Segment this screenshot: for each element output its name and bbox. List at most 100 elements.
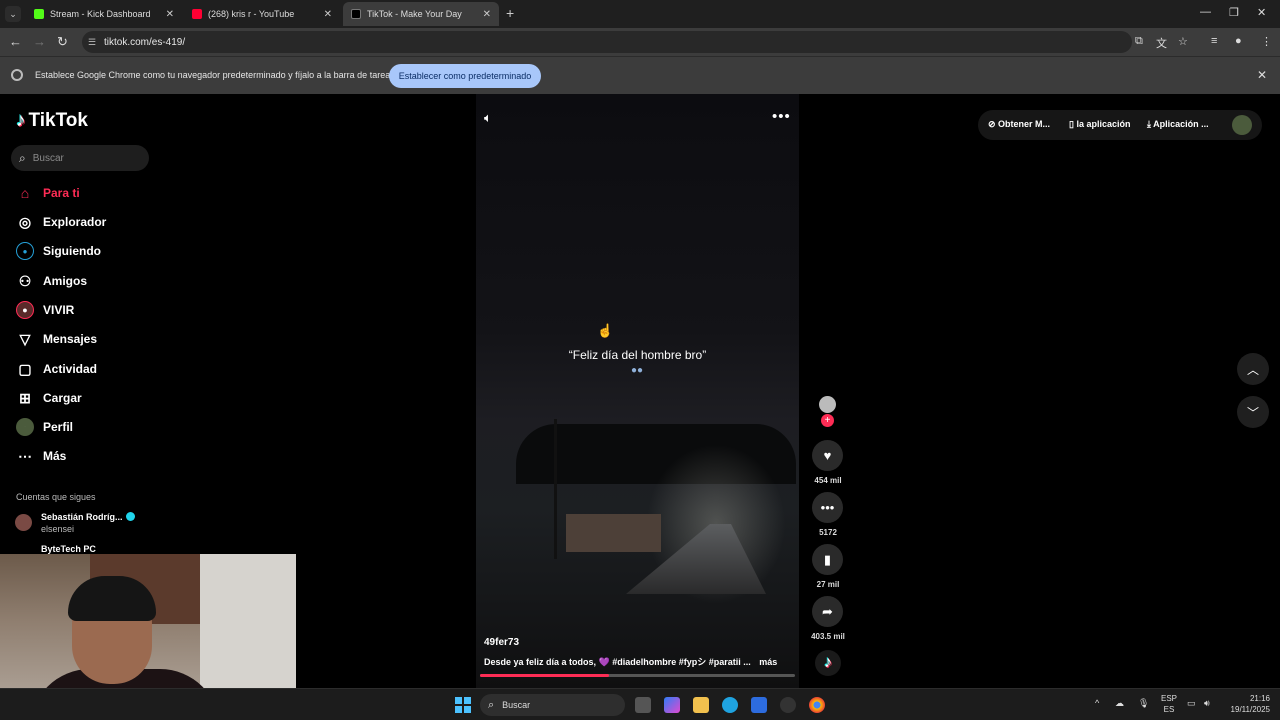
chrome-icon xyxy=(11,69,23,81)
search-icon: ⌕ xyxy=(19,150,26,165)
nav-item-mensajes[interactable]: ▽ Mensajes xyxy=(16,329,156,349)
friends-icon: ⚇ xyxy=(18,272,32,289)
clock[interactable]: 21:16 19/11/2025 xyxy=(1226,693,1270,715)
video-player[interactable] xyxy=(476,94,799,688)
follow-plus-icon[interactable]: + xyxy=(821,414,834,427)
browser-tab-kick[interactable]: Stream - Kick Dashboard ✕ xyxy=(26,2,182,26)
onedrive-icon[interactable]: ☁ xyxy=(1115,698,1124,709)
windows-start-icon[interactable] xyxy=(455,697,471,713)
tab-search-icon[interactable]: ⌄ xyxy=(5,6,21,22)
nav-item-mas[interactable]: ⋯ Más xyxy=(16,446,156,466)
language-indicator[interactable]: ESP ES xyxy=(1158,693,1180,715)
nav-item-actividad[interactable]: ▢ Actividad xyxy=(16,359,156,379)
video-scene xyxy=(566,514,661,552)
browser-tab-youtube[interactable]: (268) kris r - YouTube ✕ xyxy=(184,2,340,26)
previous-video-button[interactable]: ︿ xyxy=(1237,353,1269,385)
close-tab-icon[interactable]: ✕ xyxy=(166,9,174,20)
get-coins-button[interactable]: ⊘ Obtener M... xyxy=(988,119,1050,130)
time: 21:16 xyxy=(1249,694,1270,703)
back-icon[interactable]: ← xyxy=(9,34,22,49)
forward-icon[interactable]: → xyxy=(33,34,46,49)
reload-icon[interactable]: ↻ xyxy=(57,34,68,50)
nav-label: Para ti xyxy=(43,186,80,200)
tiktok-sound-icon[interactable]: ♪ xyxy=(815,650,841,676)
video-author[interactable]: 49fer73 xyxy=(484,637,519,648)
media-control-icon[interactable]: ≡ xyxy=(1211,35,1217,47)
install-app-icon[interactable]: ⧉ xyxy=(1135,35,1143,48)
comment-icon: ••• xyxy=(820,500,835,515)
site-info-icon[interactable]: ☰ xyxy=(88,37,96,48)
task-view-icon[interactable] xyxy=(635,697,651,713)
share-button[interactable]: ➦ xyxy=(812,596,843,627)
nav-item-cargar[interactable]: ⊞ Cargar xyxy=(16,388,156,408)
date: 19/11/2025 xyxy=(1230,705,1270,714)
minimize-icon[interactable]: — xyxy=(1200,6,1211,18)
nav-item-amigos[interactable]: ⚇ Amigos xyxy=(16,271,156,291)
nav-label: Más xyxy=(43,449,67,463)
following-heading: Cuentas que sigues xyxy=(16,492,96,502)
set-default-button[interactable]: Establecer como predeterminado xyxy=(389,64,541,88)
video-description: Desde ya feliz día a todos, 💜 #diadelhom… xyxy=(484,657,778,667)
nav-item-vivir[interactable]: ● VIVIR xyxy=(16,300,156,320)
creator-avatar[interactable] xyxy=(819,396,836,413)
followed-account-name[interactable]: ByteTech PC xyxy=(41,544,96,554)
bookmark-star-icon[interactable]: ☆ xyxy=(1178,35,1188,48)
more-link[interactable]: más xyxy=(759,657,777,667)
network-icon[interactable]: ▭ xyxy=(1187,698,1196,709)
language-region: ES xyxy=(1163,705,1175,714)
nav-label: Amigos xyxy=(43,274,88,288)
chrome-menu-icon[interactable]: ⋮ xyxy=(1261,35,1272,48)
following-icon: ● xyxy=(16,242,34,260)
tray-overflow-icon[interactable]: ^ xyxy=(1095,698,1099,708)
like-button[interactable]: ♥ xyxy=(812,440,843,471)
tab-title: (268) kris r - YouTube xyxy=(208,9,295,19)
windows-taskbar: ⌕ Buscar ^ ☁ 🎙︎ ESP ES ▭ 🔊︎ 21:16 19/11/… xyxy=(0,688,1280,720)
nav-item-siguiendo[interactable]: ● Siguiendo xyxy=(16,241,156,261)
get-app-button[interactable]: ▯ la aplicación xyxy=(1069,119,1130,130)
profile-avatar-icon[interactable]: ● xyxy=(1235,35,1242,47)
window-close-icon[interactable]: ✕ xyxy=(1257,6,1266,19)
settings-app-icon[interactable] xyxy=(780,697,796,713)
nav-item-perfil[interactable]: . Perfil xyxy=(16,417,156,437)
search-input[interactable]: ⌕ Buscar xyxy=(11,145,149,171)
download-app-button[interactable]: ⤓ Aplicación ... xyxy=(1147,119,1209,130)
infobar-message: Establece Google Chrome como tu navegado… xyxy=(35,70,395,80)
hand-cursor-icon: ☝ xyxy=(597,323,614,338)
close-tab-icon[interactable]: ✕ xyxy=(324,9,332,20)
chrome-taskbar-icon[interactable] xyxy=(809,697,825,713)
save-button[interactable]: ▮ xyxy=(812,544,843,575)
copilot-icon[interactable] xyxy=(664,697,680,713)
live-icon: ● xyxy=(16,301,34,319)
close-tab-icon[interactable]: ✕ xyxy=(483,9,491,20)
bookmark-icon: ▮ xyxy=(823,551,832,567)
infobar-close-icon[interactable]: ✕ xyxy=(1257,68,1267,82)
messages-icon: ▽ xyxy=(19,330,31,347)
video-more-icon[interactable]: ••• xyxy=(772,108,791,125)
volume-icon[interactable]: 🔈︎ xyxy=(484,110,492,126)
translate-icon[interactable]: 文 xyxy=(1156,35,1167,51)
nav-item-explorador[interactable]: ◎ Explorador xyxy=(16,212,156,232)
microphone-icon[interactable]: 🎙︎ xyxy=(1138,698,1149,709)
restore-icon[interactable]: ❐ xyxy=(1229,6,1239,19)
speaker-icon[interactable]: 🔊︎ xyxy=(1204,698,1210,709)
address-bar[interactable]: ☰ tiktok.com/es-419/ xyxy=(82,31,1132,53)
nav-label: Perfil xyxy=(43,420,74,434)
home-icon: ⌂ xyxy=(20,185,30,201)
edge-icon[interactable] xyxy=(722,697,738,713)
comment-button[interactable]: ••• xyxy=(812,492,843,523)
taskbar-search[interactable]: ⌕ Buscar xyxy=(480,694,625,716)
search-icon: ⌕ xyxy=(488,698,495,711)
store-icon[interactable] xyxy=(751,697,767,713)
next-video-button[interactable]: ﹀ xyxy=(1237,396,1269,428)
activity-icon: ▢ xyxy=(18,360,32,377)
nav-item-para-ti[interactable]: ⌂ Para ti xyxy=(16,183,156,203)
comment-count: 5172 xyxy=(819,528,837,537)
file-explorer-icon[interactable] xyxy=(693,697,709,713)
tiktok-logo[interactable]: ♪ TikTok xyxy=(16,110,88,132)
nav-label: Explorador xyxy=(43,215,107,229)
user-avatar[interactable] xyxy=(1232,115,1252,135)
video-progress-bar[interactable] xyxy=(480,674,795,677)
browser-tab-tiktok[interactable]: TikTok - Make Your Day ✕ xyxy=(343,2,499,26)
nav-label: Siguiendo xyxy=(43,244,101,258)
new-tab-icon[interactable]: + xyxy=(506,5,514,21)
